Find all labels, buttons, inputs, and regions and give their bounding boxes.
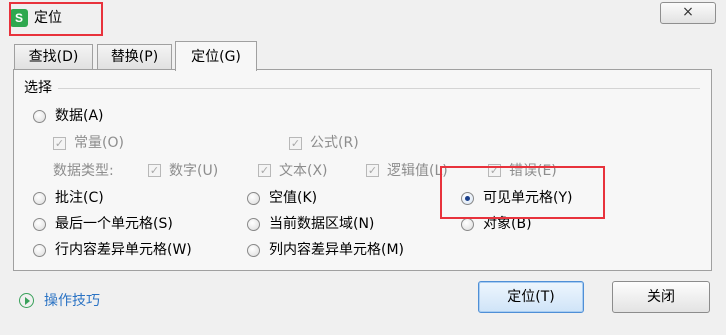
col-diff-radio-label[interactable]: 列内容差异单元格(M) xyxy=(269,241,404,259)
tab-replace[interactable]: 替换(P) xyxy=(97,44,172,69)
formula-checkbox[interactable]: ✓ xyxy=(289,137,302,150)
current-region-radio-label[interactable]: 当前数据区域(N) xyxy=(269,215,374,233)
title-bar xyxy=(0,0,726,38)
locate-button[interactable]: 定位(T) xyxy=(478,281,584,313)
play-tips-icon[interactable] xyxy=(19,293,34,308)
number-checkbox[interactable]: ✓ xyxy=(148,164,161,177)
blank-radio[interactable] xyxy=(247,192,260,205)
data-radio-label[interactable]: 数据(A) xyxy=(55,107,104,125)
tab-goto[interactable]: 定位(G) xyxy=(175,41,257,71)
selection-group-label: 选择 xyxy=(24,80,52,96)
current-region-radio[interactable] xyxy=(247,218,260,231)
window-close-button[interactable]: × xyxy=(660,2,716,24)
number-label: 数字(U) xyxy=(169,163,219,179)
last-cell-radio[interactable] xyxy=(33,218,46,231)
tips-link[interactable]: 操作技巧 xyxy=(44,292,100,310)
row-diff-radio[interactable] xyxy=(33,244,46,257)
constant-label: 常量(O) xyxy=(74,135,124,151)
comment-radio[interactable] xyxy=(33,192,46,205)
object-radio[interactable] xyxy=(461,218,474,231)
close-button[interactable]: 关闭 xyxy=(612,281,710,313)
row-diff-radio-label[interactable]: 行内容差异单元格(W) xyxy=(55,241,192,259)
group-divider xyxy=(58,88,700,89)
close-icon: × xyxy=(682,4,694,20)
constant-checkbox[interactable]: ✓ xyxy=(53,137,66,150)
blank-radio-label[interactable]: 空值(K) xyxy=(269,189,317,207)
title-highlight-box xyxy=(9,2,103,36)
col-diff-radio[interactable] xyxy=(247,244,260,257)
logical-label: 逻辑值(L) xyxy=(387,163,448,179)
data-type-label: 数据类型: xyxy=(53,163,114,179)
data-radio[interactable] xyxy=(33,110,46,123)
logical-checkbox[interactable]: ✓ xyxy=(366,164,379,177)
visible-cells-highlight-box xyxy=(440,166,605,219)
text-checkbox[interactable]: ✓ xyxy=(258,164,271,177)
formula-label: 公式(R) xyxy=(310,135,359,151)
text-label: 文本(X) xyxy=(279,163,328,179)
tab-find[interactable]: 查找(D) xyxy=(14,44,93,69)
comment-radio-label[interactable]: 批注(C) xyxy=(55,189,104,207)
last-cell-radio-label[interactable]: 最后一个单元格(S) xyxy=(55,215,173,233)
